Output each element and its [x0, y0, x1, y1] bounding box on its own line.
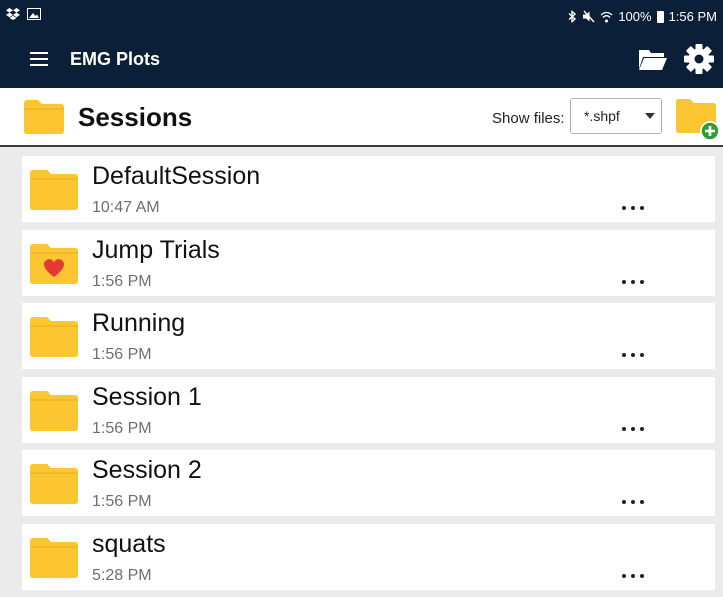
folder-icon	[30, 464, 78, 504]
menu-icon[interactable]	[30, 52, 48, 66]
sessions-header: Sessions Show files: *.shpf	[0, 88, 723, 147]
session-item[interactable]: Session 1 1:56 PM	[22, 377, 715, 443]
status-bar: 100% 1:56 PM	[0, 0, 723, 34]
open-folder-icon[interactable]	[638, 47, 668, 73]
session-name: DefaultSession	[92, 162, 261, 190]
folder-icon	[30, 538, 78, 578]
folder-icon	[24, 100, 64, 134]
session-name: Session 1	[92, 383, 202, 411]
session-item[interactable]: DefaultSession 10:47 AM	[22, 156, 715, 222]
heart-folder-icon	[30, 244, 78, 284]
session-list[interactable]: DefaultSession 10:47 AM Jump Trials 1:56…	[0, 147, 723, 597]
dropbox-icon	[6, 8, 20, 20]
more-options-button[interactable]	[618, 421, 648, 437]
session-item[interactable]: Running 1:56 PM	[22, 303, 715, 369]
file-filter-value: *.shpf	[584, 108, 620, 124]
app-toolbar: EMG Plots	[0, 34, 723, 88]
folder-icon	[30, 170, 78, 210]
chevron-down-icon	[645, 113, 655, 119]
session-time: 5:28 PM	[92, 567, 152, 584]
new-folder-icon[interactable]	[676, 99, 720, 141]
image-icon	[27, 8, 41, 20]
battery-icon	[656, 10, 664, 23]
show-files-label: Show files:	[492, 110, 565, 127]
session-name: Jump Trials	[92, 236, 220, 264]
session-time: 10:47 AM	[92, 199, 160, 216]
battery-percent: 100%	[618, 9, 652, 24]
session-time: 1:56 PM	[92, 420, 152, 437]
gear-icon[interactable]	[684, 44, 714, 74]
session-time: 1:56 PM	[92, 273, 152, 290]
more-options-button[interactable]	[618, 347, 648, 363]
session-item[interactable]: squats 5:28 PM	[22, 524, 715, 590]
wifi-icon	[600, 11, 613, 22]
session-name: squats	[92, 530, 166, 558]
status-time: 1:56 PM	[668, 9, 717, 24]
more-options-button[interactable]	[618, 568, 648, 584]
mute-icon	[583, 10, 595, 23]
session-time: 1:56 PM	[92, 346, 152, 363]
file-filter-select[interactable]: *.shpf	[570, 98, 662, 134]
session-item[interactable]: Session 2 1:56 PM	[22, 450, 715, 516]
folder-icon	[30, 317, 78, 357]
session-name: Session 2	[92, 456, 202, 484]
folder-icon	[30, 391, 78, 431]
more-options-button[interactable]	[618, 274, 648, 290]
more-options-button[interactable]	[618, 494, 648, 510]
page-title: Sessions	[78, 102, 193, 132]
session-time: 1:56 PM	[92, 493, 152, 510]
session-name: Running	[92, 309, 186, 337]
app-title: EMG Plots	[70, 49, 161, 69]
session-item[interactable]: Jump Trials 1:56 PM	[22, 230, 715, 296]
more-options-button[interactable]	[618, 200, 648, 216]
bluetooth-icon	[568, 10, 577, 23]
